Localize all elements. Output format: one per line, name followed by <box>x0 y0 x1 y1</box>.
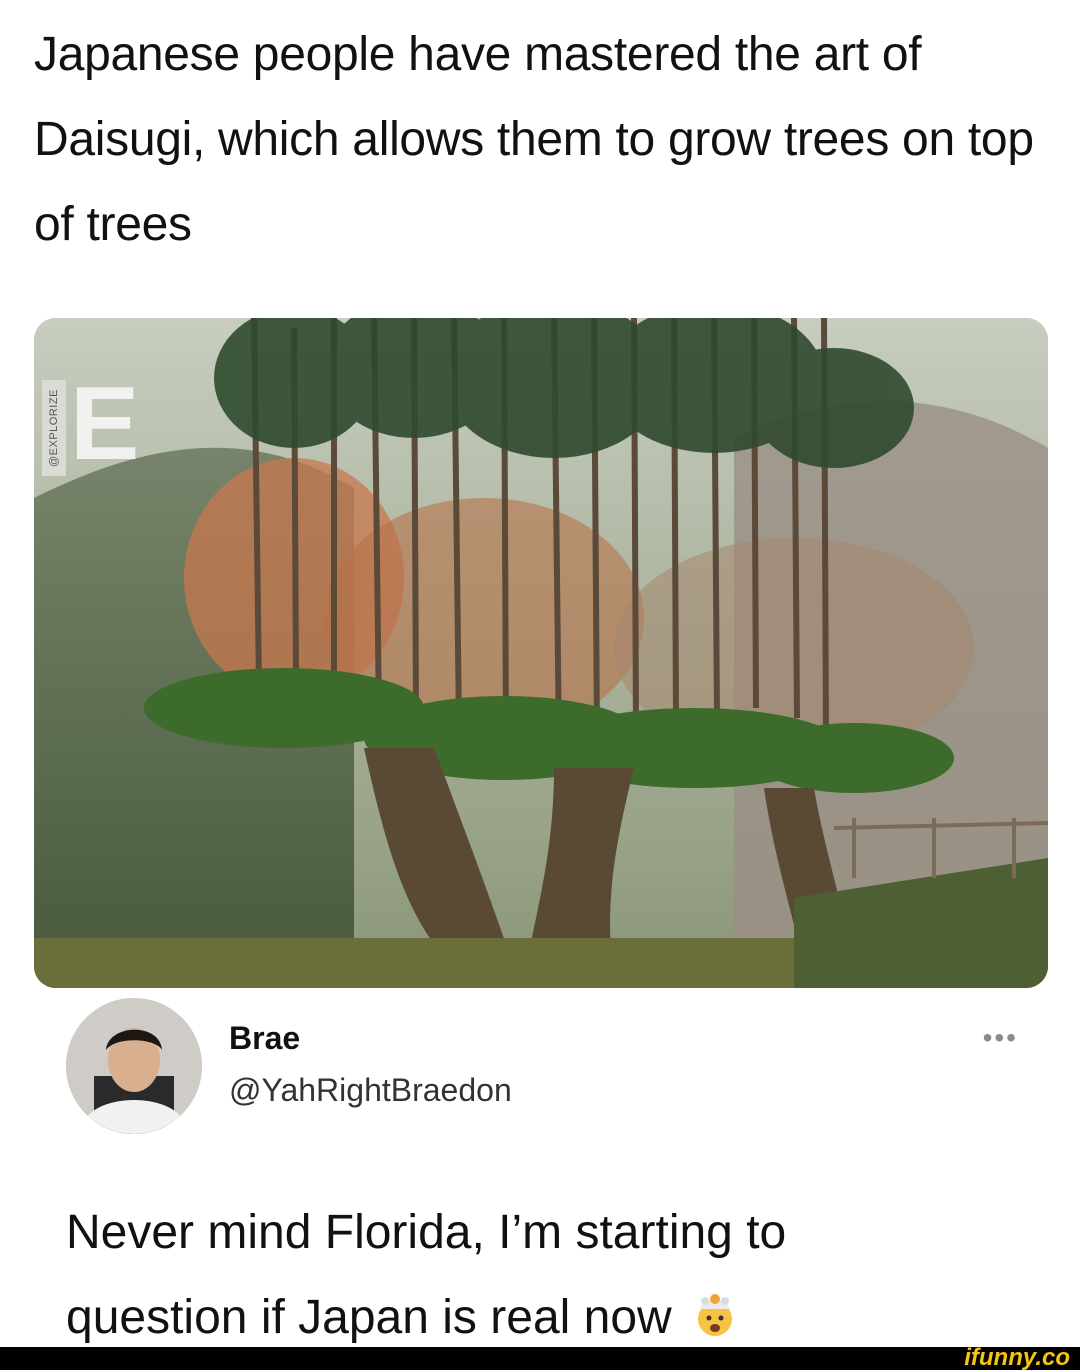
explorize-watermark: @EXPLORIZE E <box>42 372 139 476</box>
tweet-text-line-1: Never mind Florida, I’m starting to <box>66 1206 787 1259</box>
avatar[interactable] <box>66 998 202 1134</box>
ifunny-logo[interactable]: ifunny.co <box>964 1344 1070 1372</box>
footer-bar: ifunny.co <box>0 1344 1080 1372</box>
exploding-head-emoji-icon <box>691 1281 739 1336</box>
more-icon[interactable]: ••• <box>983 1022 1018 1054</box>
meme-caption: Japanese people have mastered the art of… <box>34 28 1034 251</box>
avatar-image <box>66 998 202 1134</box>
tweet-text-line-2-text: question if Japan is real now <box>66 1291 672 1344</box>
watermark-letter: E <box>70 366 140 482</box>
daisugi-photo: @EXPLORIZE E <box>34 318 1048 988</box>
tweet-text: Never mind Florida, I’m starting to ques… <box>66 1190 1026 1360</box>
display-name[interactable]: Brae <box>229 1020 300 1057</box>
watermark-handle: @EXPLORIZE <box>48 389 60 467</box>
user-handle[interactable]: @YahRightBraedon <box>229 1072 512 1109</box>
daisugi-illustration <box>34 318 1048 988</box>
tweet-header: Brae @YahRightBraedon ••• <box>66 998 1026 1138</box>
